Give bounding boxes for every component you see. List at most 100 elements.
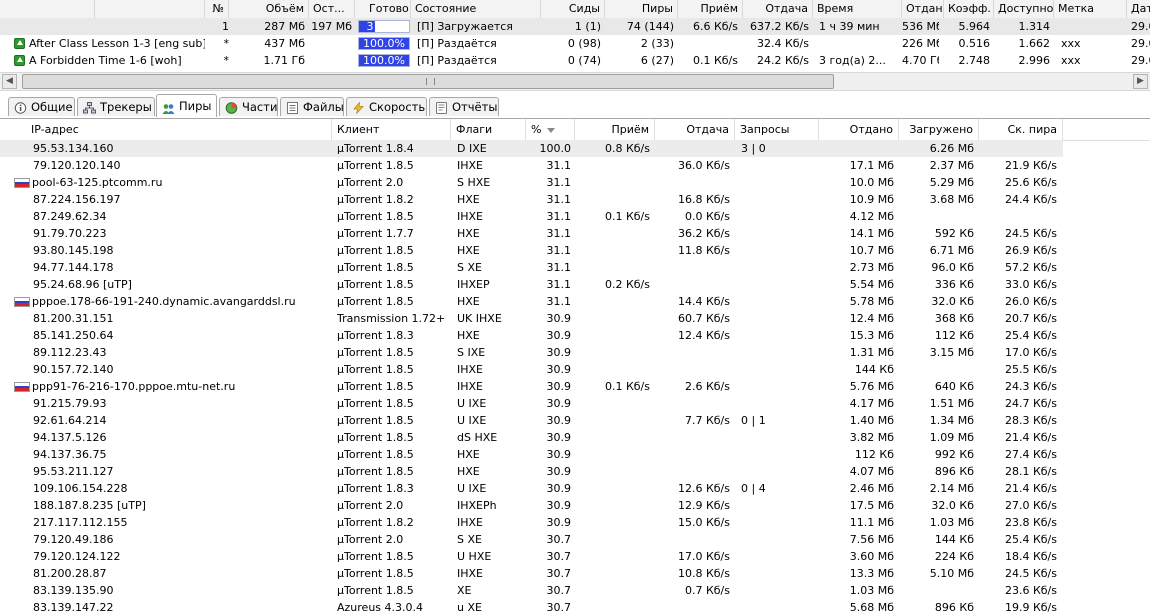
peer-up-cell: 7.7 Кб/s xyxy=(684,414,730,427)
peer-row[interactable]: 95.53.134.160 µTorrent 1.8.4 D IXE 100.0 0.8… xyxy=(0,140,1063,157)
peer-row[interactable]: 217.117.112.155 µTorrent 1.8.2 IHXE 30.9 15.… xyxy=(0,514,1150,531)
peer-row[interactable]: pppoe.178-66-191-240.dynamic.avangarddsl… xyxy=(0,293,1150,310)
header-ratio[interactable]: Коэфф. xyxy=(944,0,994,18)
header-available[interactable]: Доступно xyxy=(994,0,1054,18)
tab-files[interactable]: Файлы xyxy=(280,97,344,116)
speed-icon xyxy=(352,101,365,114)
peer-up-cell: 15.0 Кб/s xyxy=(677,516,730,529)
peer-client-cell: µTorrent 1.8.5 xyxy=(337,159,414,172)
peer-uploaded-cell: 5.78 Мб xyxy=(849,295,894,308)
peer-requests-cell xyxy=(741,208,819,225)
torrent-down-cell xyxy=(678,35,738,52)
peer-row[interactable]: 90.157.72.140 µTorrent 1.8.5 IHXE 30.9 144 К… xyxy=(0,361,1150,378)
peer-row[interactable]: 91.79.70.223 µTorrent 1.7.7 HXE 31.1 36.2 Кб… xyxy=(0,225,1150,242)
header-date[interactable]: Дат xyxy=(1127,0,1150,18)
header-client[interactable]: Клиент xyxy=(332,119,451,140)
peer-row[interactable]: 81.200.28.87 µTorrent 1.8.5 IHXE 30.7 10.8 К… xyxy=(0,565,1150,582)
tab-log[interactable]: Отчёты xyxy=(429,97,499,116)
peer-row[interactable]: 94.137.36.75 µTorrent 1.8.5 HXE 30.9 112 Кб 9… xyxy=(0,446,1150,463)
header-requests[interactable]: Запросы xyxy=(735,119,819,140)
header-percent[interactable]: % xyxy=(526,119,575,140)
peer-peer-speed-cell: 27.4 Кб/s xyxy=(1004,448,1057,461)
peer-ip-cell: 89.112.23.43 xyxy=(33,346,107,359)
peer-peer-speed-cell xyxy=(979,140,1057,157)
peer-row[interactable]: 91.215.79.93 µTorrent 1.8.5 U IXE 30.9 4.17 … xyxy=(0,395,1150,412)
torrent-list-scrollbar[interactable]: ◀ ▶ xyxy=(0,72,1150,91)
scrollbar-thumb[interactable] xyxy=(22,74,834,89)
peer-row[interactable]: 83.139.135.90 µTorrent 1.8.5 XE 30.7 0.7 Кб/… xyxy=(0,582,1150,599)
torrent-row[interactable]: A Forbidden Time 1-6 [woh] 100.0% * 1.71 Гб… xyxy=(0,52,1150,69)
header-num[interactable]: № xyxy=(205,0,229,18)
header-status[interactable]: Состояние xyxy=(411,0,541,18)
header-peer-speed[interactable]: Ск. пира xyxy=(979,119,1063,140)
peer-ip-cell: 79.120.124.122 xyxy=(33,550,121,563)
peer-row[interactable]: 87.249.62.34 µTorrent 1.8.5 IHXE 31.1 0.1 Кб… xyxy=(0,208,1150,225)
peer-row[interactable]: 93.80.145.198 µTorrent 1.8.5 HXE 31.1 11.8 К… xyxy=(0,242,1150,259)
tab-trackers[interactable]: Трекеры xyxy=(77,97,155,116)
torrent-row[interactable]: 31.3% 1 287 Мб 197 Мб [П] Загружается 1 (1) 74… xyxy=(0,18,1150,35)
peer-row[interactable]: 109.106.154.228 µTorrent 1.8.3 U IXE 30.9 12… xyxy=(0,480,1150,497)
header-done[interactable]: Готово xyxy=(355,0,411,18)
header-peer-download[interactable]: Приём xyxy=(575,119,655,140)
tab-pieces[interactable]: Части xyxy=(219,97,278,116)
peer-row[interactable]: 95.53.211.127 µTorrent 1.8.5 HXE 30.9 4.07 М… xyxy=(0,463,1150,480)
header-ip[interactable]: IP-адрес xyxy=(0,119,332,140)
tab-general[interactable]: Общие xyxy=(8,97,75,116)
peer-percent-cell: 30.7 xyxy=(546,584,572,597)
peer-row[interactable]: 83.139.147.22 Azureus 4.3.0.4 u XE 30.7 5.68… xyxy=(0,599,1150,616)
torrent-seeds-cell: 1 (1) xyxy=(574,20,601,33)
peer-row[interactable]: 85.141.250.64 µTorrent 1.8.3 HXE 30.9 12.4 К… xyxy=(0,327,1150,344)
peer-row[interactable]: 94.77.144.178 µTorrent 1.8.5 S XE 31.1 2.73 … xyxy=(0,259,1150,276)
header-name[interactable] xyxy=(0,0,95,18)
header-time[interactable]: Время xyxy=(813,0,902,18)
torrent-num-cell: * xyxy=(223,37,230,50)
header-uploaded[interactable]: Отдано xyxy=(902,0,944,18)
peer-requests-cell xyxy=(741,463,819,480)
peer-requests-cell xyxy=(741,293,819,310)
peer-row[interactable]: 94.137.5.126 µTorrent 1.8.5 dS HXE 30.9 3.82… xyxy=(0,429,1150,446)
peer-row[interactable]: 79.120.120.140 µTorrent 1.8.5 IHXE 31.1 36.0… xyxy=(0,157,1150,174)
peer-ip-cell: 90.157.72.140 xyxy=(33,363,114,376)
header-peer-uploaded[interactable]: Отдано xyxy=(819,119,899,140)
peer-up-cell: 11.8 Кб/s xyxy=(677,244,730,257)
peer-percent-cell: 30.7 xyxy=(546,567,572,580)
peer-row[interactable]: 79.120.49.186 µTorrent 2.0 S XE 30.7 7.56 Мб… xyxy=(0,531,1150,548)
header-seeds[interactable]: Сиды xyxy=(541,0,605,18)
header-download-speed[interactable]: Приём xyxy=(678,0,743,18)
peer-row[interactable]: 79.120.124.122 µTorrent 1.8.5 U HXE 30.7 17.… xyxy=(0,548,1150,565)
peer-row[interactable]: 87.224.156.197 µTorrent 1.8.2 HXE 31.1 16.8 … xyxy=(0,191,1150,208)
torrent-seeds-cell: 0 (98) xyxy=(567,37,601,50)
header-peer-upload[interactable]: Отдача xyxy=(655,119,735,140)
peer-requests-cell: 0 | 4 xyxy=(741,482,766,495)
peer-row[interactable]: 95.24.68.96 [uTP] µTorrent 1.8.5 IHXEP 31.1… xyxy=(0,276,1150,293)
torrent-peers-cell: 6 (27) xyxy=(640,54,674,67)
header-flags[interactable]: Флаги xyxy=(451,119,526,140)
peer-row[interactable]: 89.112.23.43 µTorrent 1.8.5 S IXE 30.9 1.31 … xyxy=(0,344,1150,361)
header-upload-speed[interactable]: Отдача xyxy=(743,0,813,18)
header-label[interactable]: Метка xyxy=(1054,0,1127,18)
peer-uploaded-cell: 17.5 Мб xyxy=(849,499,894,512)
peer-down-cell xyxy=(575,225,650,242)
peer-ip-cell: 217.117.112.155 xyxy=(33,516,128,529)
peer-uploaded-cell: 3.82 Мб xyxy=(849,431,894,444)
peer-row[interactable]: 81.200.31.151 Transmission 1.72+ UK IHXE 30… xyxy=(0,310,1150,327)
peer-percent-cell: 30.9 xyxy=(546,431,572,444)
peer-up-cell xyxy=(655,446,730,463)
header-peer-downloaded[interactable]: Загружено xyxy=(899,119,979,140)
peer-peer-speed-cell: 23.6 Кб/s xyxy=(1004,584,1057,597)
peer-ip-cell: 87.249.62.34 xyxy=(33,210,107,223)
peer-row[interactable]: pool-63-125.ptcomm.ru µTorrent 2.0 S HXE 31… xyxy=(0,174,1150,191)
tab-speed[interactable]: Скорость xyxy=(346,97,427,116)
peer-row[interactable]: 188.187.8.235 [uTP] µTorrent 2.0 IHXEPh 30.… xyxy=(0,497,1150,514)
scroll-left-button[interactable]: ◀ xyxy=(2,74,17,89)
tab-peers[interactable]: Пиры xyxy=(156,94,217,117)
header-size[interactable]: Объём xyxy=(229,0,309,18)
torrent-row[interactable]: After Class Lesson 1-3 [eng sub][... 100.… xyxy=(0,35,1150,52)
peer-client-cell: µTorrent 1.8.5 xyxy=(337,346,414,359)
peer-row[interactable]: 92.61.64.214 µTorrent 1.8.5 U IXE 30.9 7.7 К… xyxy=(0,412,1150,429)
scroll-right-button[interactable]: ▶ xyxy=(1133,74,1148,89)
peer-down-cell xyxy=(575,361,650,378)
peer-row[interactable]: ppp91-76-216-170.pppoe.mtu-net.ru µTorren… xyxy=(0,378,1150,395)
header-peers[interactable]: Пиры xyxy=(605,0,678,18)
header-remaining[interactable]: Ост... xyxy=(309,0,355,18)
